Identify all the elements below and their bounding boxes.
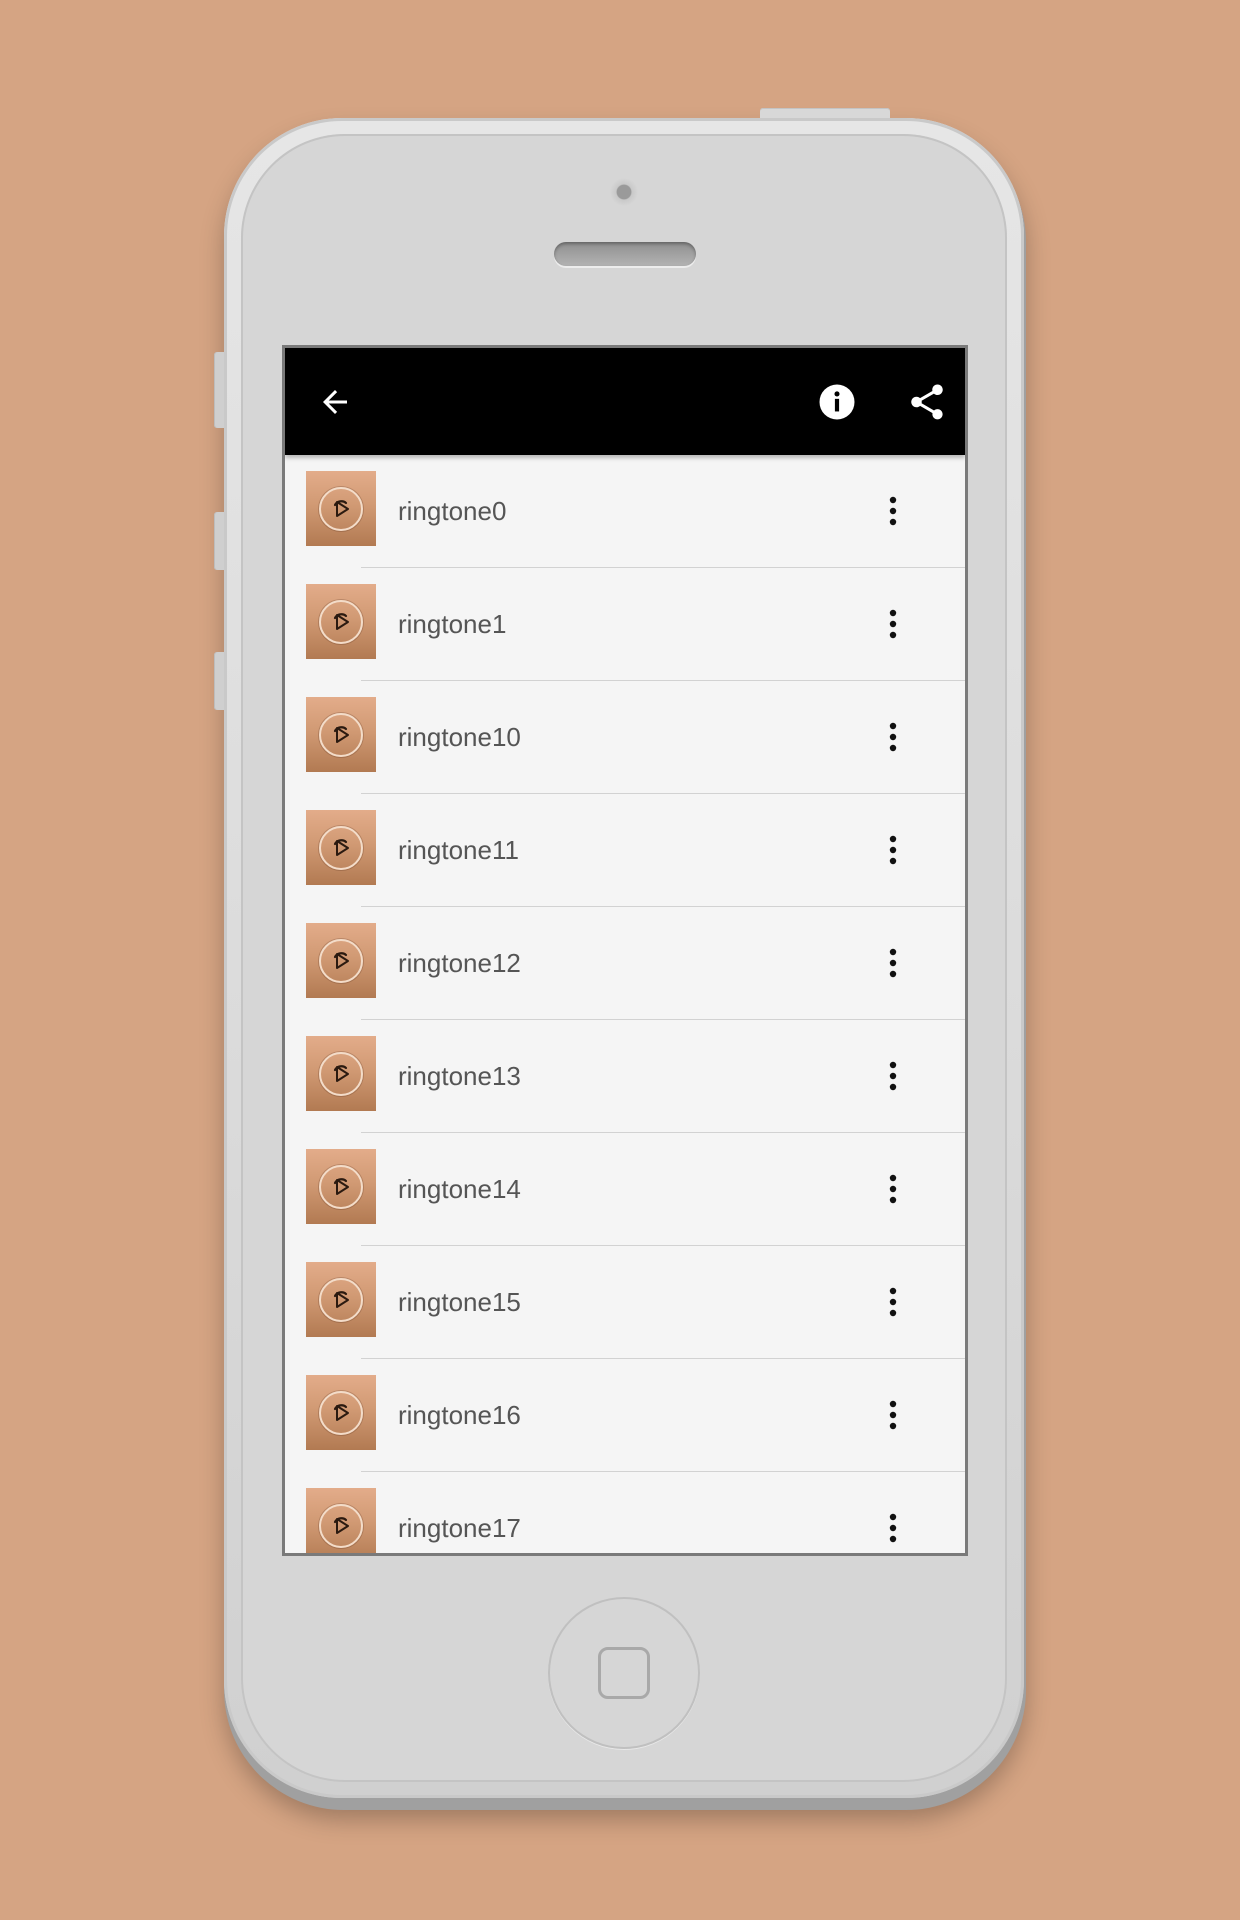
- info-button[interactable]: [809, 374, 865, 430]
- share-icon: [911, 384, 943, 420]
- list-item[interactable]: ringtone12: [285, 907, 965, 1020]
- play-icon: [333, 612, 349, 630]
- play-circle-icon: [319, 1390, 363, 1435]
- ringtone-thumbnail: [306, 1375, 376, 1450]
- front-camera: [610, 178, 638, 206]
- app-screen: ringtone0 ringtone1 ringtone10 ringtone1…: [282, 345, 968, 1556]
- play-icon: [333, 1403, 349, 1421]
- more-options-button[interactable]: [865, 935, 921, 991]
- more-vert-icon: [889, 496, 897, 526]
- play-icon: [333, 499, 349, 517]
- ringtone-label: ringtone15: [398, 1287, 521, 1317]
- play-circle-icon: [319, 486, 363, 531]
- more-options-button[interactable]: [865, 596, 921, 652]
- more-vert-icon: [889, 1174, 897, 1204]
- ringtone-label: ringtone16: [398, 1400, 521, 1430]
- ringtone-thumbnail: [306, 1488, 376, 1553]
- list-item[interactable]: ringtone14: [285, 1133, 965, 1246]
- play-circle-icon: [319, 1051, 363, 1096]
- list-item[interactable]: ringtone11: [285, 794, 965, 907]
- more-vert-icon: [889, 609, 897, 639]
- play-circle-icon: [319, 1503, 363, 1548]
- home-square-icon: [598, 1647, 650, 1699]
- ringtone-thumbnail: [306, 1262, 376, 1337]
- more-vert-icon: [889, 1400, 897, 1430]
- ringtone-label: ringtone17: [398, 1513, 521, 1543]
- more-vert-icon: [889, 1513, 897, 1543]
- play-circle-icon: [319, 825, 363, 870]
- more-options-button[interactable]: [865, 1274, 921, 1330]
- earpiece-speaker: [554, 242, 696, 266]
- ringtone-label: ringtone11: [398, 835, 519, 865]
- back-button[interactable]: [307, 374, 363, 430]
- info-icon: [819, 384, 855, 420]
- more-options-button[interactable]: [865, 483, 921, 539]
- list-item[interactable]: ringtone17: [285, 1472, 965, 1553]
- ringtone-label: ringtone12: [398, 948, 521, 978]
- arrow-back-icon: [323, 390, 347, 414]
- more-vert-icon: [889, 948, 897, 978]
- list-item[interactable]: ringtone0: [285, 455, 965, 568]
- play-icon: [333, 838, 349, 856]
- play-circle-icon: [319, 938, 363, 983]
- play-circle-icon: [319, 1164, 363, 1209]
- ringtone-label: ringtone1: [398, 609, 507, 639]
- more-options-button[interactable]: [865, 822, 921, 878]
- more-vert-icon: [889, 835, 897, 865]
- play-icon: [333, 1177, 349, 1195]
- more-vert-icon: [889, 722, 897, 752]
- ringtone-label: ringtone0: [398, 496, 507, 526]
- play-circle-icon: [319, 599, 363, 644]
- play-icon: [333, 1516, 349, 1534]
- more-options-button[interactable]: [865, 1500, 921, 1553]
- list-item[interactable]: ringtone15: [285, 1246, 965, 1359]
- more-options-button[interactable]: [865, 1048, 921, 1104]
- play-icon: [333, 1290, 349, 1308]
- play-icon: [333, 951, 349, 969]
- play-icon: [333, 725, 349, 743]
- play-circle-icon: [319, 712, 363, 757]
- ringtone-thumbnail: [306, 584, 376, 659]
- list-item[interactable]: ringtone10: [285, 681, 965, 794]
- ringtone-list: ringtone0 ringtone1 ringtone10 ringtone1…: [285, 455, 965, 1553]
- more-options-button[interactable]: [865, 1387, 921, 1443]
- list-item[interactable]: ringtone13: [285, 1020, 965, 1133]
- list-item[interactable]: ringtone1: [285, 568, 965, 681]
- ringtone-label: ringtone14: [398, 1174, 521, 1204]
- more-vert-icon: [889, 1061, 897, 1091]
- ringtone-thumbnail: [306, 923, 376, 998]
- more-options-button[interactable]: [865, 1161, 921, 1217]
- ringtone-label: ringtone10: [398, 722, 521, 752]
- app-toolbar: [285, 348, 965, 455]
- ringtone-thumbnail: [306, 1149, 376, 1224]
- home-button[interactable]: [548, 1597, 700, 1749]
- list-item[interactable]: ringtone16: [285, 1359, 965, 1472]
- play-icon: [333, 1064, 349, 1082]
- promo-background: ringtone0 ringtone1 ringtone10 ringtone1…: [0, 0, 1240, 1920]
- ringtone-thumbnail: [306, 697, 376, 772]
- more-options-button[interactable]: [865, 709, 921, 765]
- ringtone-thumbnail: [306, 1036, 376, 1111]
- play-circle-icon: [319, 1277, 363, 1322]
- more-vert-icon: [889, 1287, 897, 1317]
- share-button[interactable]: [899, 374, 955, 430]
- ringtone-thumbnail: [306, 471, 376, 546]
- ringtone-label: ringtone13: [398, 1061, 521, 1091]
- ringtone-thumbnail: [306, 810, 376, 885]
